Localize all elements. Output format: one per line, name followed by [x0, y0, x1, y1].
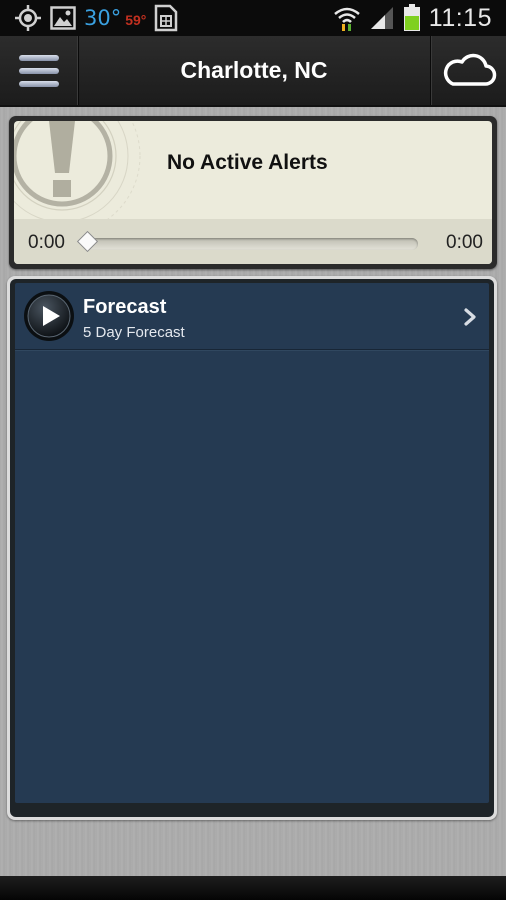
status-bar: 30° 59° 11:15 [0, 0, 506, 36]
forecast-subtitle: 5 Day Forecast [83, 324, 185, 341]
temperature-low: 59° [125, 12, 147, 28]
forecast-title: Forecast [83, 296, 167, 318]
exclamation-icon [14, 121, 141, 219]
wifi-icon [333, 7, 360, 31]
forecast-list: Forecast 5 Day Forecast [15, 283, 489, 803]
battery-icon [403, 4, 420, 31]
chevron-right-icon [464, 308, 476, 326]
forecast-panel: Forecast 5 Day Forecast [7, 276, 497, 820]
play-icon [24, 291, 74, 341]
gps-icon [15, 5, 41, 31]
temperature-current: 30° [84, 6, 122, 30]
list-item-forecast[interactable]: Forecast 5 Day Forecast [15, 283, 489, 350]
system-nav-bar [0, 876, 506, 900]
alert-banner: No Active Alerts [14, 121, 492, 219]
cloud-icon [443, 53, 497, 86]
signal-icon [370, 7, 393, 29]
alerts-panel: No Active Alerts 0:00 0:00 [9, 116, 497, 269]
weather-button[interactable] [430, 36, 506, 105]
sim-icon [155, 4, 178, 32]
page-title: Charlotte, NC [180, 57, 328, 83]
menu-button[interactable] [0, 36, 78, 105]
status-clock: 11:15 [428, 3, 492, 32]
gallery-icon [50, 6, 76, 30]
app-header: Charlotte, NC [0, 36, 506, 107]
total-time: 0:00 [446, 232, 483, 253]
audio-seek-bar[interactable] [84, 238, 418, 250]
elapsed-time: 0:00 [28, 232, 65, 253]
alert-message: No Active Alerts [167, 151, 328, 174]
